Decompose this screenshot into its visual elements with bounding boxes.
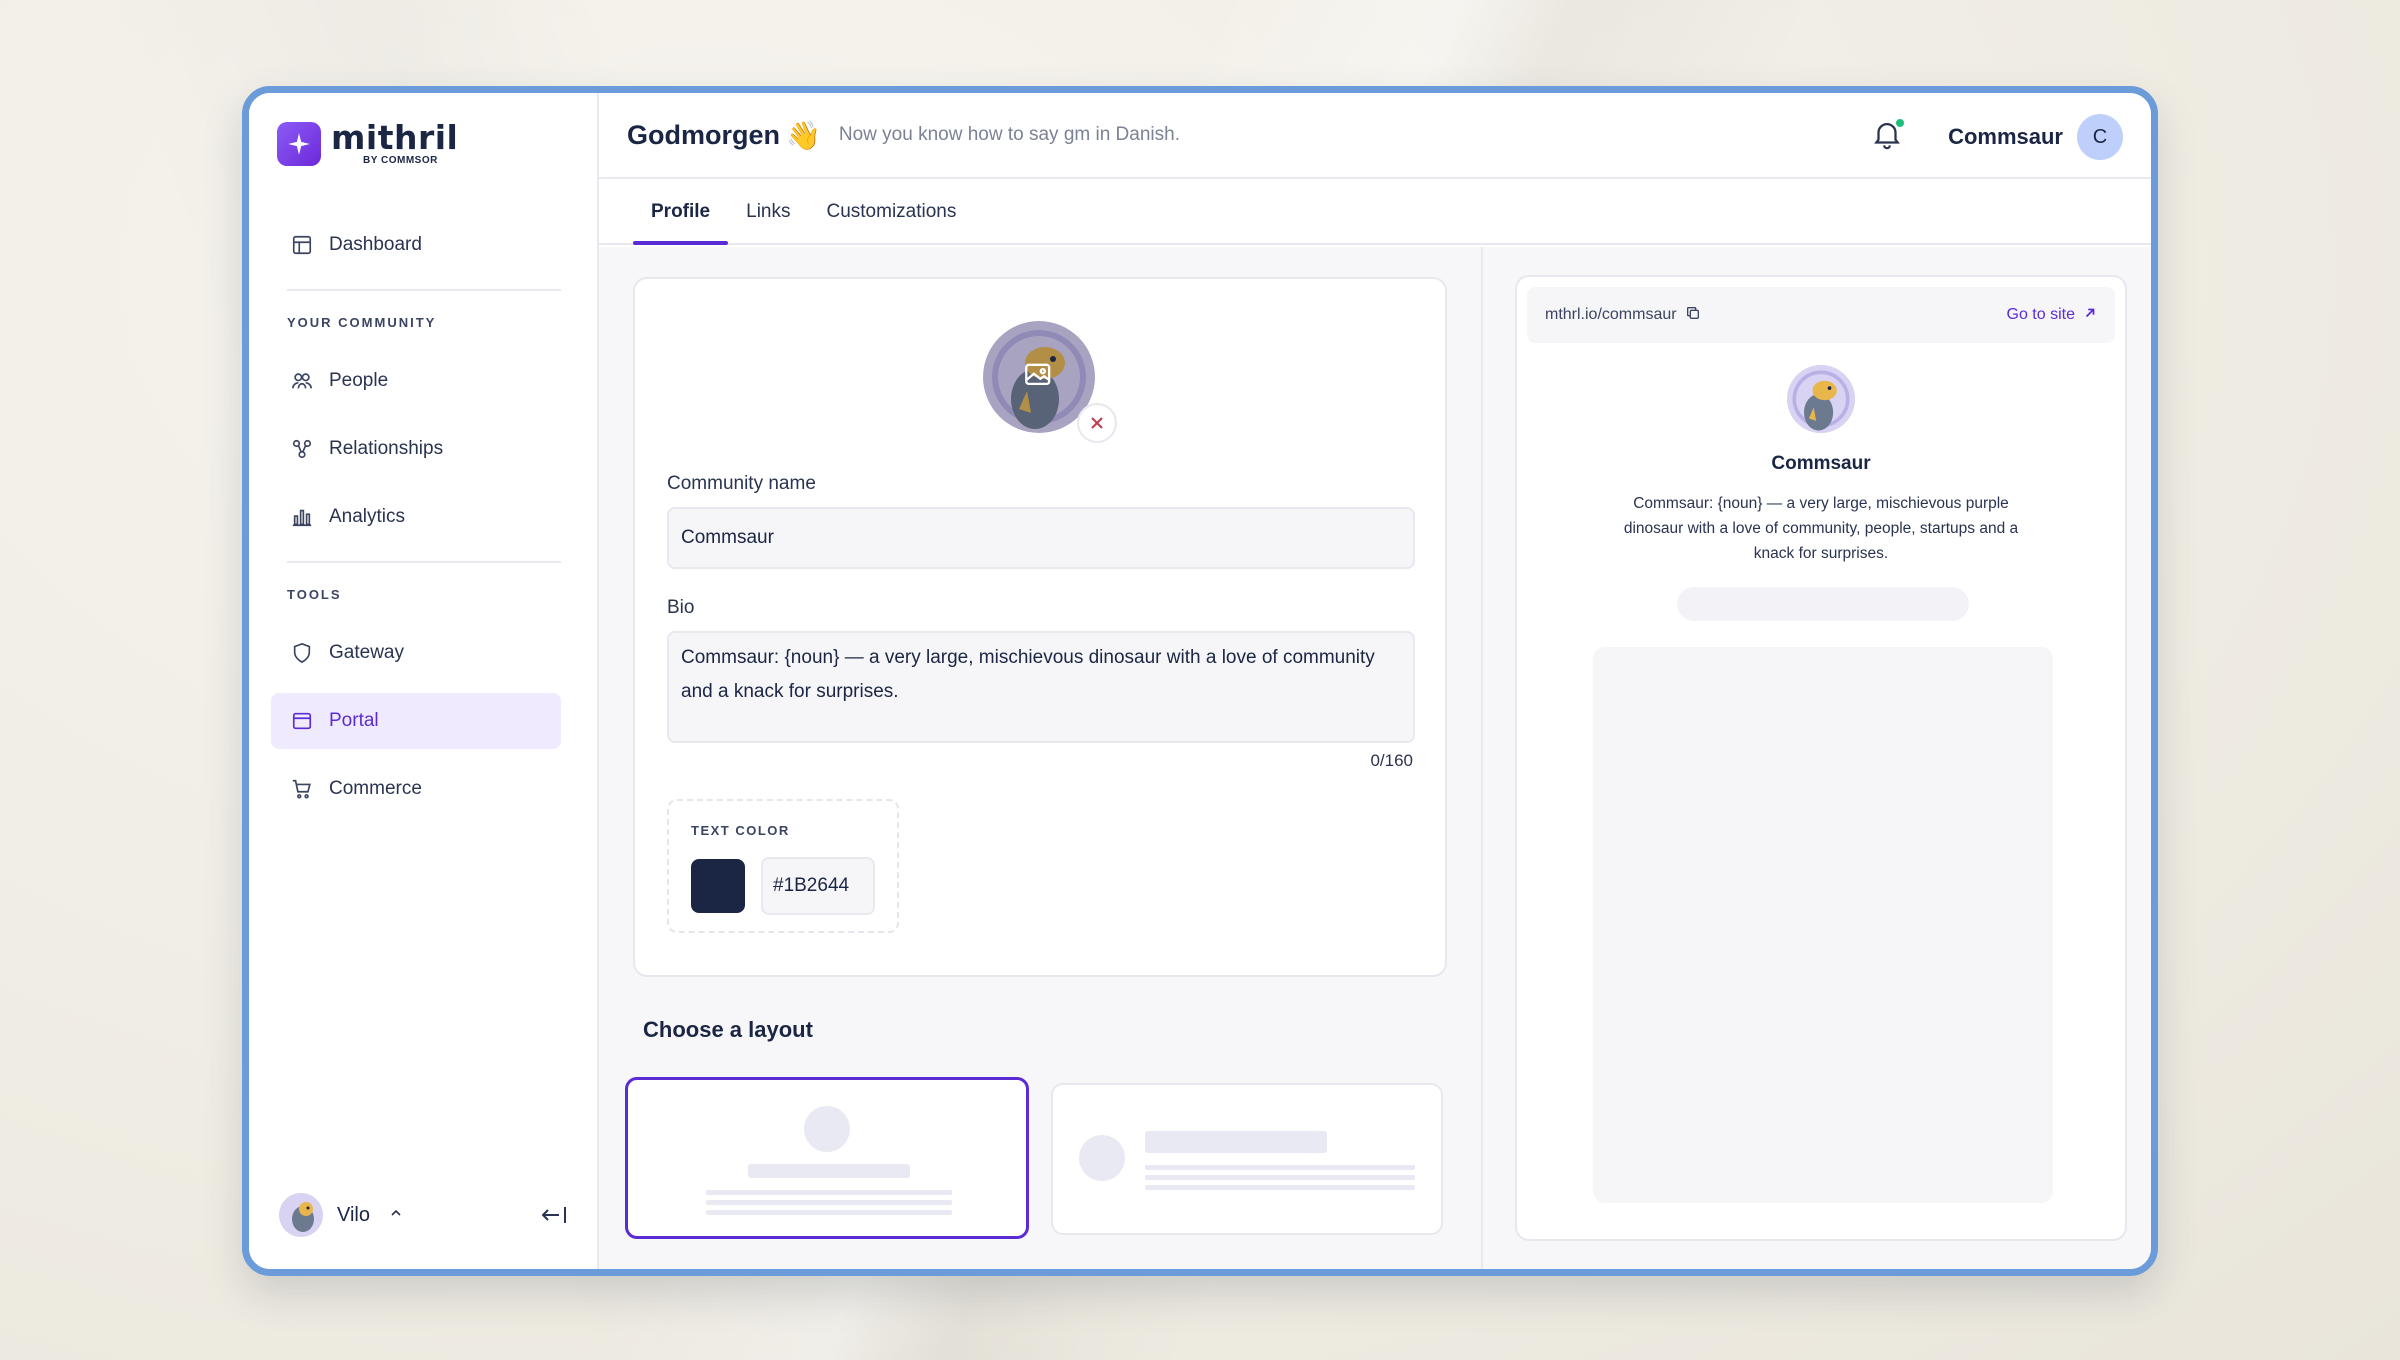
analytics-icon [289,504,315,530]
mithril-logo-icon [277,121,321,166]
external-link-icon [2083,306,2097,325]
top-bar: Godmorgen 👋 Now you know how to say gm i… [599,93,2151,179]
placeholder-line [1145,1185,1415,1190]
user-name: Vilo [337,1203,370,1226]
go-to-site-link[interactable]: Go to site [2007,306,2097,325]
greeting-title: Godmorgen [627,119,780,150]
editor-panel: Community name Commsaur Bio Commsaur: {n… [599,247,1483,1269]
tab-profile[interactable]: Profile [633,201,729,245]
portal-preview: mthrl.io/commsaur Go to site Commsaur Co… [1515,275,2127,1241]
sidebar-item-gateway[interactable]: Gateway [271,625,561,681]
preview-bio: Commsaur: {noun} — a very large, mischie… [1623,495,2019,562]
tab-links[interactable]: Links [728,201,808,243]
placeholder-title [748,1164,910,1178]
sidebar-item-portal[interactable]: Portal [271,693,561,749]
section-label-tools: TOOLS [287,587,342,602]
sidebar-item-analytics[interactable]: Analytics [271,489,561,545]
layout-option-centered[interactable] [625,1077,1029,1239]
placeholder-line [706,1190,952,1195]
chevron-up-icon[interactable] [388,1205,404,1226]
sidebar-item-label: Gateway [329,642,404,663]
portal-url[interactable]: mthrl.io/commsaur [1545,306,1677,324]
sidebar-item-label: Relationships [329,438,444,459]
community-name-label: Community name [667,473,816,494]
sidebar-item-label: People [329,370,389,391]
sidebar-item-commerce[interactable]: Commerce [271,761,561,817]
placeholder-title [1145,1131,1327,1153]
account-name: Commsaur [1948,124,2063,149]
layout-section-title: Choose a layout [643,1017,813,1042]
community-avatar-upload[interactable] [983,321,1117,443]
account-menu[interactable]: Commsaur C [1948,114,2123,160]
sidebar-divider [287,289,561,291]
placeholder-avatar [804,1106,850,1152]
main-area: Godmorgen 👋 Now you know how to say gm i… [599,93,2151,1269]
sidebar: mithril BY COMMSOR Dashboard YOUR COMMUN… [249,93,599,1269]
remove-avatar-button[interactable] [1077,403,1117,443]
placeholder-line [706,1200,952,1205]
preview-links-placeholder [1593,647,2053,1203]
sidebar-item-label: Commerce [329,778,422,799]
bio-label: Bio [667,597,695,618]
account-avatar: C [2077,114,2123,160]
placeholder-line [1145,1175,1415,1180]
go-to-site-label: Go to site [2006,306,2075,323]
community-name-input[interactable]: Commsaur [667,507,1415,569]
brand-subtitle: BY COMMSOR [363,155,438,166]
sidebar-item-relationships[interactable]: Relationships [271,421,561,477]
dashboard-icon [289,232,315,258]
image-edit-icon [1023,361,1055,389]
copy-icon[interactable] [1685,305,1701,326]
avatar [279,1193,323,1237]
preview-avatar [1787,365,1855,433]
sidebar-item-dashboard[interactable]: Dashboard [271,217,561,273]
close-icon [1091,417,1103,429]
tab-bar: Profile Links Customizations [599,179,2151,245]
sidebar-item-label: Dashboard [329,234,422,255]
wave-icon: 👋 [786,119,821,151]
sidebar-divider [287,561,561,563]
hex-color-input[interactable]: #1B2644 [761,857,875,915]
cart-icon [289,776,315,802]
bio-textarea[interactable]: Commsaur: {noun} — a very large, mischie… [667,631,1415,743]
text-color-picker: TEXT COLOR #1B2644 [667,799,899,933]
relationships-icon [289,436,315,462]
preview-name: Commsaur [1771,453,1871,474]
notification-dot [1894,117,1906,129]
preview-url-bar: mthrl.io/commsaur Go to site [1527,287,2115,343]
text-color-label: TEXT COLOR [691,823,790,838]
preview-panel: mthrl.io/commsaur Go to site Commsaur Co… [1483,247,2151,1269]
content-area: Community name Commsaur Bio Commsaur: {n… [599,247,2151,1269]
bio-char-counter: 0/160 [1370,751,1413,770]
placeholder-line [706,1210,952,1215]
shield-icon [289,640,315,666]
placeholder-avatar [1079,1135,1125,1181]
current-user[interactable]: Vilo [279,1193,569,1237]
greeting-subtitle: Now you know how to say gm in Danish. [838,124,1180,145]
sidebar-item-label: Portal [329,710,379,731]
people-icon [289,368,315,394]
profile-card: Community name Commsaur Bio Commsaur: {n… [633,277,1447,977]
notifications-button[interactable] [1870,117,1906,153]
brand[interactable]: mithril BY COMMSOR [277,121,458,166]
preview-placeholder-pill [1677,587,1969,621]
app-window: mithril BY COMMSOR Dashboard YOUR COMMUN… [242,86,2158,1276]
tab-customizations[interactable]: Customizations [808,201,974,243]
section-label-community: YOUR COMMUNITY [287,315,437,330]
collapse-sidebar-icon[interactable] [539,1201,569,1234]
color-swatch[interactable] [691,859,745,913]
layout-option-side[interactable] [1051,1083,1443,1235]
sidebar-item-people[interactable]: People [271,353,561,409]
placeholder-line [1145,1165,1415,1170]
brand-name: mithril [331,118,459,157]
sidebar-item-label: Analytics [329,506,406,527]
portal-icon [289,708,315,734]
